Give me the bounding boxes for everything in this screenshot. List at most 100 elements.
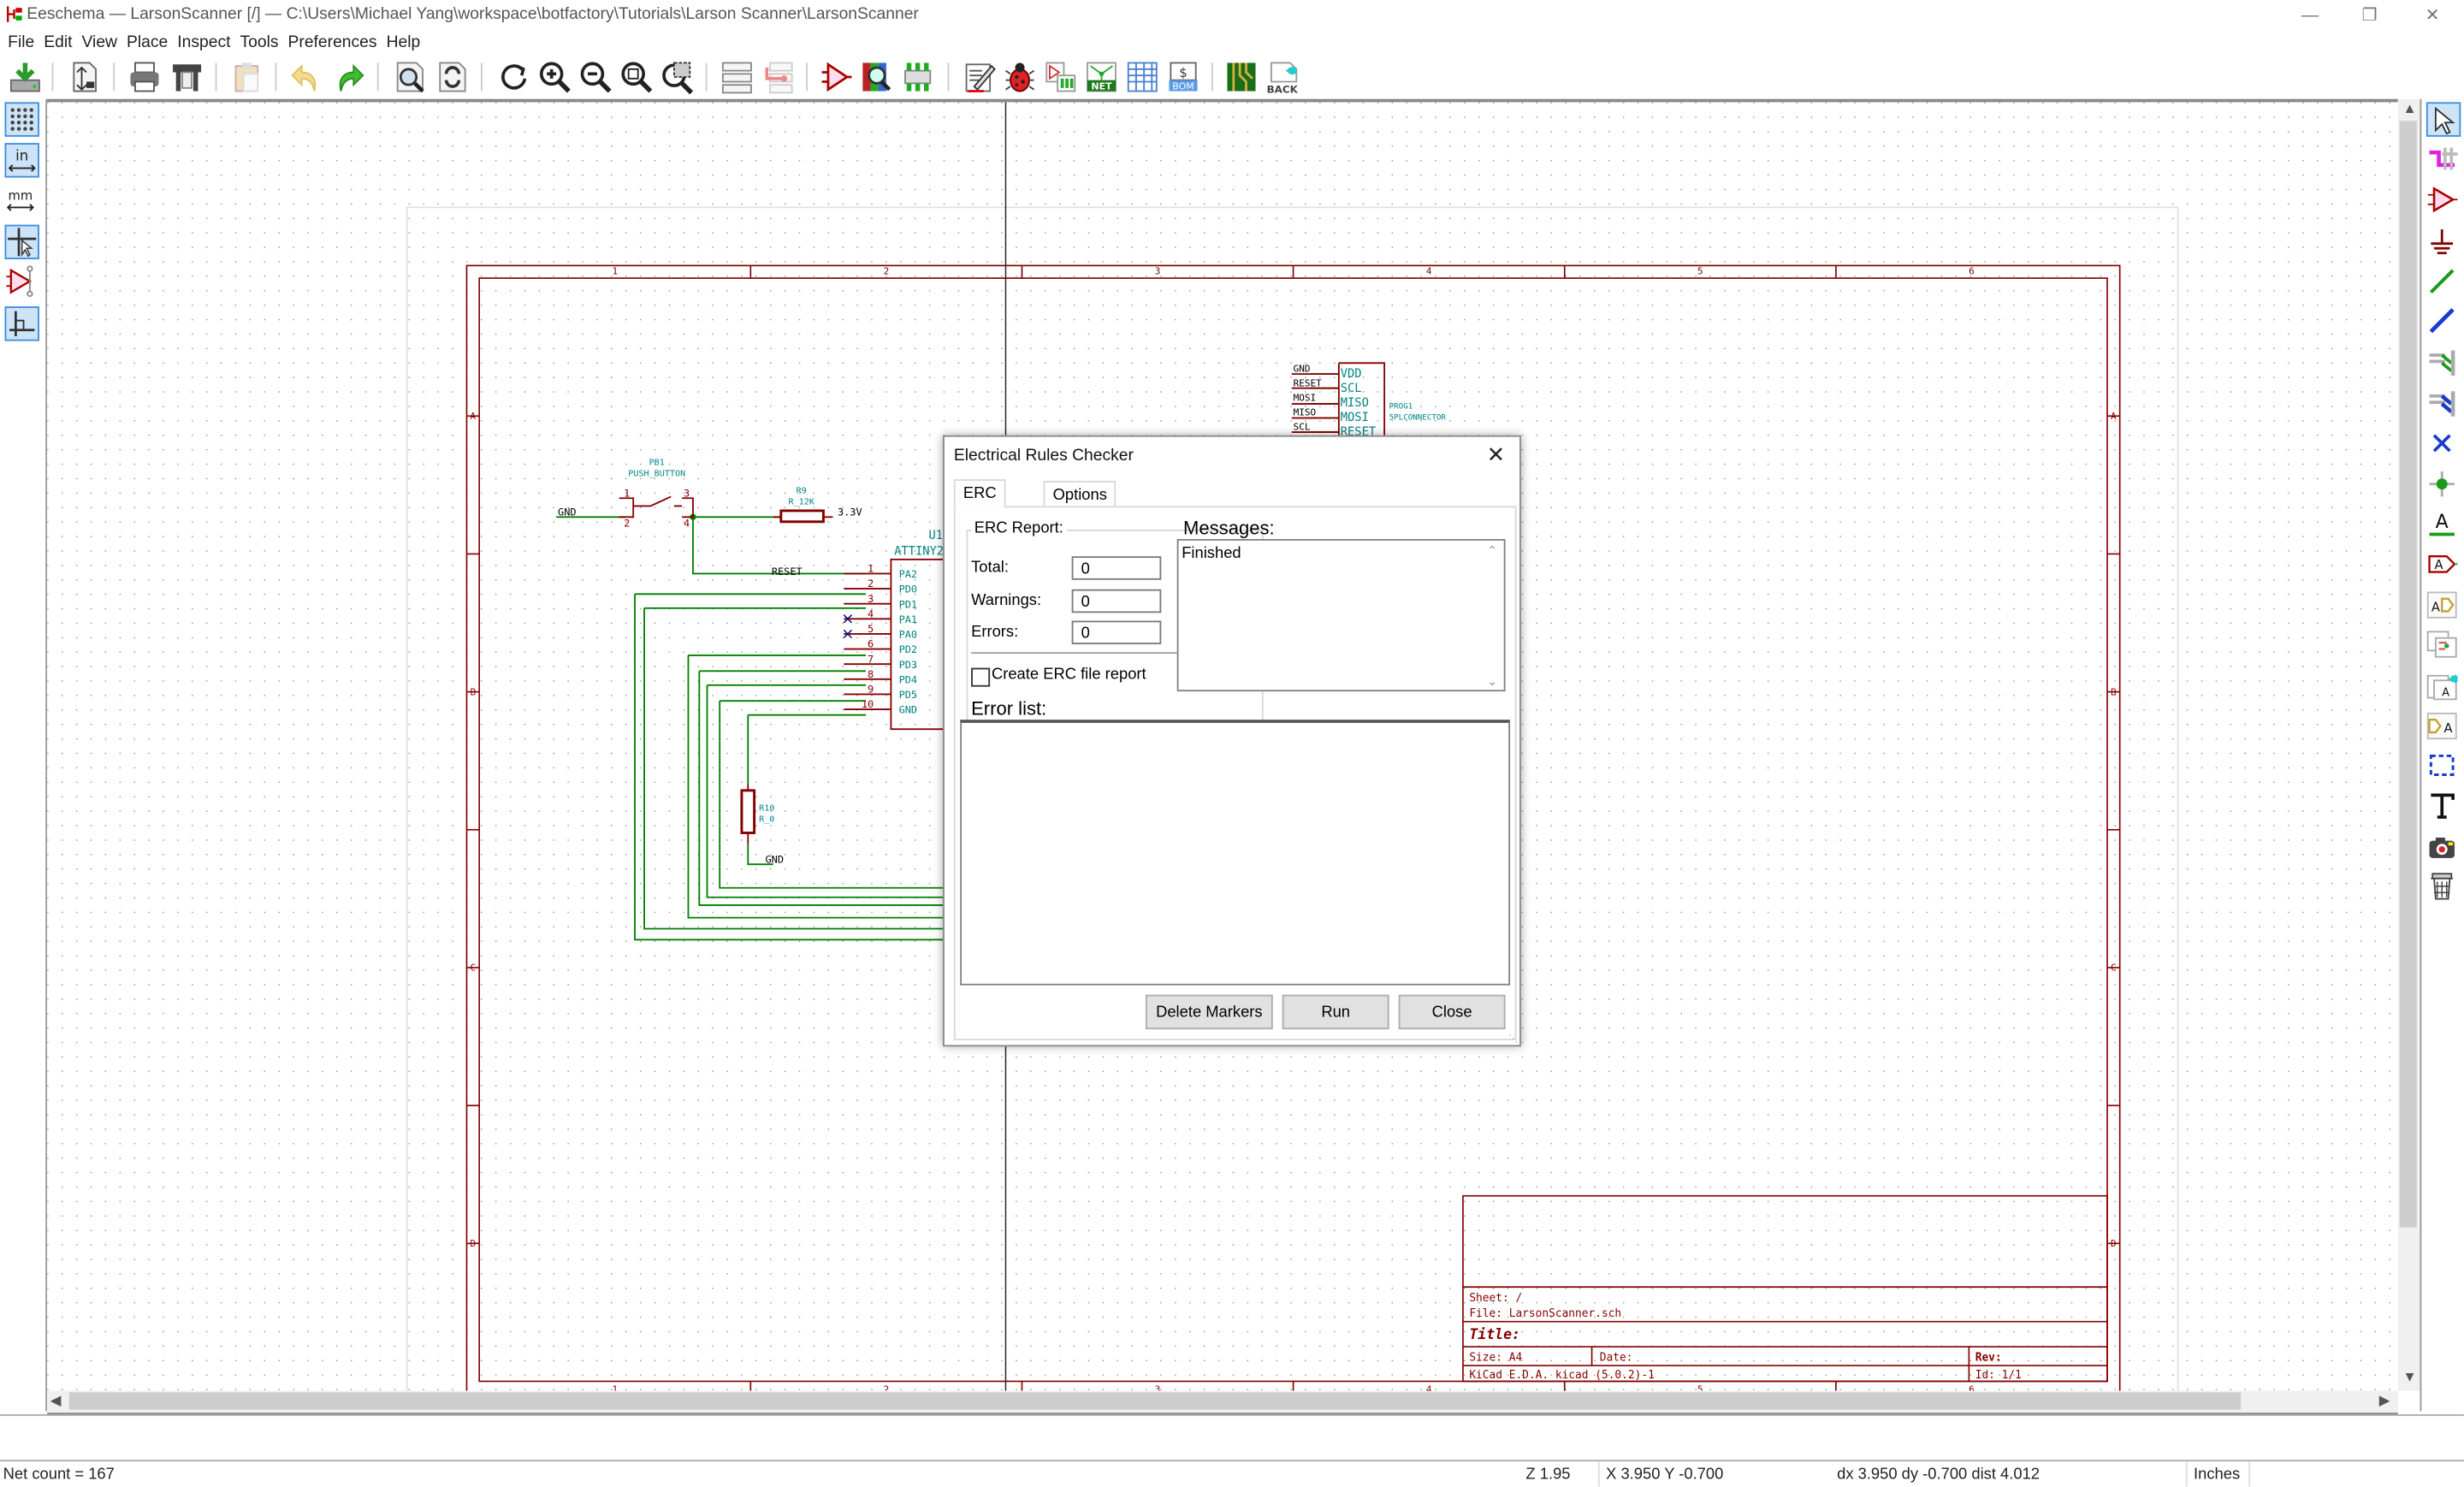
- close-button[interactable]: Close: [1398, 994, 1506, 1030]
- close-window-button[interactable]: ✕: [2401, 0, 2463, 30]
- grid-toggle-button[interactable]: [4, 102, 39, 137]
- units-inches-button[interactable]: in: [4, 143, 39, 178]
- tab-options[interactable]: Options: [1043, 481, 1116, 510]
- errors-field[interactable]: 0: [1071, 620, 1162, 645]
- u1-pin-number: 9: [868, 684, 874, 696]
- add-hier-sheet-button[interactable]: [2426, 629, 2461, 663]
- annotate-icon[interactable]: [962, 60, 996, 94]
- add-power-button[interactable]: [2426, 225, 2461, 259]
- add-bus-button[interactable]: [2426, 305, 2461, 339]
- add-image-button[interactable]: [2426, 832, 2461, 866]
- hidden-pins-button[interactable]: [5, 265, 39, 299]
- no-connect-flag-button[interactable]: [2426, 428, 2461, 462]
- restore-button[interactable]: ❐: [2338, 0, 2401, 30]
- add-graphic-lines-button[interactable]: [2426, 749, 2461, 784]
- find-icon[interactable]: [393, 60, 427, 94]
- zoom-selection-icon[interactable]: [660, 60, 694, 95]
- footprint-assignment-icon[interactable]: [900, 60, 934, 94]
- leave-sheet-icon[interactable]: [761, 60, 795, 94]
- find-replace-icon[interactable]: [435, 60, 470, 94]
- units-inches-label: in: [15, 147, 28, 163]
- create-report-label: Create ERC file report: [991, 666, 1146, 684]
- menu-inspect[interactable]: Inspect: [173, 30, 235, 55]
- add-junction-button[interactable]: [2426, 468, 2461, 502]
- select-arrow-button[interactable]: [2426, 102, 2461, 137]
- warnings-field[interactable]: 0: [1071, 589, 1162, 613]
- symbol-browser-icon[interactable]: [860, 60, 894, 94]
- total-field[interactable]: 0: [1071, 556, 1162, 580]
- messages-box[interactable]: Finished ⌃ ⌄: [1176, 538, 1506, 692]
- assign-footprints-icon[interactable]: [1044, 60, 1078, 94]
- tb-sheet: Sheet: /: [1469, 1292, 1522, 1305]
- add-text-button[interactable]: [2426, 791, 2461, 825]
- messages-scroll-down-icon[interactable]: ⌄: [1487, 674, 1497, 689]
- u1-pin-number: 8: [868, 668, 874, 680]
- menu-help[interactable]: Help: [382, 30, 425, 55]
- add-symbol-button[interactable]: [2426, 184, 2461, 218]
- add-sheet-pin-button[interactable]: A: [2426, 710, 2461, 744]
- netlist-icon[interactable]: NET: [1084, 60, 1118, 94]
- scroll-right-icon[interactable]: ▶: [2379, 1392, 2390, 1409]
- paste-icon[interactable]: [229, 60, 264, 94]
- delete-markers-button[interactable]: Delete Markers: [1145, 994, 1273, 1030]
- run-button[interactable]: Run: [1282, 994, 1389, 1030]
- erc-dialog: Electrical Rules Checker ✕ ERC Options E…: [943, 435, 1521, 1047]
- vertical-scrollbar[interactable]: ▲ ▼: [2397, 98, 2420, 1391]
- page-settings-icon[interactable]: [68, 60, 102, 94]
- error-list-box[interactable]: [960, 720, 1511, 986]
- import-sheet-pin-button[interactable]: A: [2426, 669, 2461, 703]
- menu-file[interactable]: File: [3, 30, 39, 55]
- toolbar-separator: [51, 62, 54, 92]
- zoom-out-icon[interactable]: [578, 60, 613, 94]
- cursor-shape-button[interactable]: [4, 224, 39, 260]
- zoom-fit-icon[interactable]: [619, 60, 654, 94]
- resize-grip-icon[interactable]: ⋱: [1508, 1034, 1518, 1045]
- create-report-checkbox[interactable]: [971, 667, 991, 687]
- erc-icon[interactable]: [1003, 60, 1037, 94]
- bom-table-icon[interactable]: [1125, 60, 1159, 94]
- undo-icon[interactable]: [289, 60, 323, 94]
- u1-pin-number: 5: [868, 623, 874, 635]
- menu-place[interactable]: Place: [122, 30, 173, 55]
- add-global-label-button[interactable]: A: [2426, 548, 2461, 583]
- bus-bus-entry-button[interactable]: [2426, 387, 2461, 421]
- menu-edit[interactable]: Edit: [39, 30, 77, 55]
- menu-tools[interactable]: Tools: [235, 30, 283, 55]
- pcbnew-icon[interactable]: [1224, 60, 1259, 94]
- highlight-net-button[interactable]: [2426, 143, 2461, 177]
- redo-icon[interactable]: [332, 60, 366, 94]
- add-wire-button[interactable]: [2426, 265, 2461, 299]
- vertical-scroll-thumb[interactable]: [2399, 121, 2417, 1228]
- r10-ref: R10: [759, 804, 774, 814]
- minimize-button[interactable]: —: [2278, 0, 2341, 30]
- print-icon[interactable]: [127, 60, 162, 94]
- bom-icon[interactable]: $BOM: [1166, 60, 1200, 94]
- r10-value: R_0: [759, 815, 774, 825]
- redraw-icon[interactable]: [496, 60, 530, 94]
- toolbar-separator: [275, 62, 277, 92]
- dialog-close-button[interactable]: ✕: [1482, 440, 1510, 468]
- messages-scroll-up-icon[interactable]: ⌃: [1487, 543, 1497, 558]
- horizontal-scroll-thumb[interactable]: [68, 1392, 2242, 1410]
- save-icon[interactable]: [8, 60, 42, 94]
- scroll-left-icon[interactable]: ◀: [50, 1392, 62, 1409]
- delete-item-button[interactable]: [2426, 871, 2461, 905]
- zoom-in-icon[interactable]: [537, 60, 572, 94]
- menu-view[interactable]: View: [77, 30, 121, 55]
- plot-icon[interactable]: [169, 60, 204, 94]
- horizontal-scrollbar[interactable]: ◀ ▶: [47, 1390, 2398, 1415]
- wire-bus-entry-button[interactable]: [2426, 346, 2461, 380]
- u1-pin-number: 7: [868, 653, 874, 665]
- menu-preferences[interactable]: Preferences: [283, 30, 382, 55]
- scroll-down-icon[interactable]: ▼: [2402, 1369, 2416, 1384]
- units-mm-button[interactable]: mm: [5, 184, 39, 218]
- symbol-editor-icon[interactable]: [819, 60, 853, 94]
- status-bar: Net count = 167 Z 1.95 X 3.950 Y -0.700 …: [0, 1461, 2464, 1487]
- hierarchy-navigator-icon[interactable]: [720, 60, 754, 94]
- add-net-label-button[interactable]: A: [2426, 507, 2461, 542]
- add-hier-label-button[interactable]: A: [2426, 589, 2461, 624]
- wire-angle-button[interactable]: [4, 306, 39, 341]
- scroll-up-icon[interactable]: ▲: [2402, 101, 2416, 116]
- tab-erc[interactable]: ERC: [953, 479, 1006, 508]
- back-annotate-icon[interactable]: BACK: [1265, 60, 1300, 94]
